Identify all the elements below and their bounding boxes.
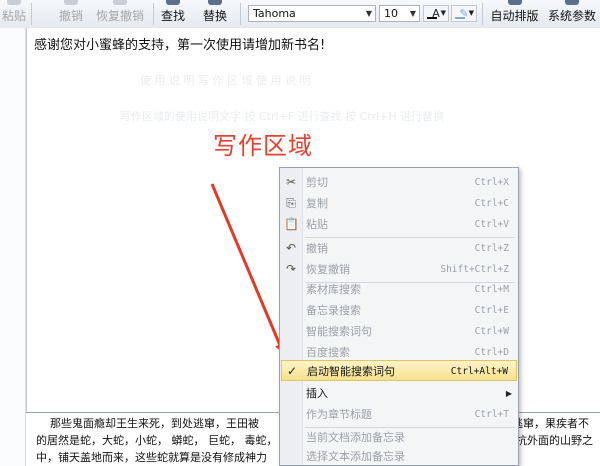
toolbar-divider bbox=[482, 3, 483, 25]
menu-item-label: 选择文本添加备忘录 bbox=[306, 450, 405, 463]
menu-item-shortcut: Shift+Ctrl+Z bbox=[440, 264, 509, 275]
menu-item-material-search[interactable]: 素材库搜索 Ctrl+M bbox=[281, 279, 517, 300]
font-size-value: 10 bbox=[384, 7, 398, 20]
toolbar-divider bbox=[240, 3, 241, 25]
paste-label: 粘贴 bbox=[1, 9, 26, 23]
menu-item-undo[interactable]: ↶ 撤销 Ctrl+Z bbox=[281, 238, 517, 259]
redo-icon: ↷ bbox=[285, 262, 297, 276]
replace-button[interactable]: 替换 bbox=[200, 0, 230, 28]
menu-item-label: 当前文档添加备忘录 bbox=[306, 431, 405, 444]
redo-button[interactable]: 恢复撤销 bbox=[92, 0, 148, 28]
chevron-down-icon: ▼ bbox=[440, 9, 446, 17]
paste-icon: 📋 bbox=[284, 217, 299, 231]
replace-label: 替换 bbox=[202, 9, 227, 23]
undo-icon: ↶ bbox=[285, 241, 297, 255]
auto-layout-button[interactable]: 自动排版 bbox=[487, 0, 542, 28]
paste-icon bbox=[7, 0, 21, 5]
copy-icon: ⎘ bbox=[286, 196, 296, 210]
paste-button[interactable]: 粘贴 bbox=[0, 0, 28, 28]
submenu-arrow-icon: ▶ bbox=[505, 389, 512, 398]
auto-layout-icon bbox=[507, 0, 522, 5]
menu-item-memo-search[interactable]: 备忘录搜索 Ctrl+E bbox=[281, 300, 517, 321]
undo-button[interactable]: 撤销 bbox=[56, 0, 86, 28]
menu-item-label: 撤销 bbox=[306, 242, 328, 255]
menu-item-shortcut: Ctrl+T bbox=[474, 409, 509, 420]
menu-item-copy[interactable]: ⎘ 复制 Ctrl+C bbox=[281, 193, 517, 214]
menu-item-shortcut: Ctrl+E bbox=[474, 305, 509, 316]
menu-item-set-chapter-title[interactable]: 作为章节标题 Ctrl+T bbox=[281, 404, 517, 425]
auto-layout-label: 自动排版 bbox=[490, 9, 539, 23]
menu-item-cut[interactable]: ✂ 剪切 Ctrl+X bbox=[281, 172, 517, 193]
menu-item-label: 备忘录搜索 bbox=[306, 304, 361, 317]
chevron-down-icon: ▼ bbox=[468, 9, 474, 17]
menu-item-shortcut: Ctrl+W bbox=[474, 326, 509, 337]
faint-background-text: 使 用 说 明 写 作 区 域 使 用 说 明 bbox=[140, 74, 311, 87]
undo-label: 撤销 bbox=[58, 9, 83, 23]
menu-item-enable-smart-search[interactable]: ✓ 启动智能搜索词句 Ctrl+Alt+W bbox=[281, 360, 517, 381]
find-label: 查找 bbox=[160, 9, 185, 23]
menu-item-shortcut: Ctrl+X bbox=[474, 177, 509, 188]
left-panel-strip bbox=[0, 28, 26, 466]
context-menu: ✂ 剪切 Ctrl+X ⎘ 复制 Ctrl+C 📋 粘贴 Ctrl+V ↶ 撤销… bbox=[279, 167, 519, 466]
preview-text-line: 的居然是蛇，大蛇，小蛇， 蟒蛇， 巨蛇， 毒蛇， bbox=[36, 434, 278, 447]
redo-icon bbox=[113, 0, 127, 5]
menu-item-label: 剪切 bbox=[306, 176, 328, 189]
toolbar-divider bbox=[153, 3, 154, 25]
menu-item-shortcut: Ctrl+Z bbox=[474, 243, 509, 254]
text-color-button[interactable]: A ▼ bbox=[423, 5, 449, 22]
font-family-value: Tahoma bbox=[253, 7, 296, 20]
search-icon bbox=[166, 0, 180, 5]
menu-item-label: 粘贴 bbox=[306, 218, 328, 231]
menu-item-insert[interactable]: 插入 ▶ bbox=[281, 383, 517, 404]
menu-item-label: 启动智能搜索词句 bbox=[307, 365, 395, 378]
menu-item-shortcut: Ctrl+V bbox=[474, 219, 509, 230]
menu-item-label: 复制 bbox=[306, 197, 328, 210]
font-size-select[interactable]: 10 ▼ bbox=[379, 5, 420, 22]
chevron-down-icon: ▼ bbox=[365, 9, 372, 18]
highlight-color-swatch bbox=[455, 17, 465, 19]
menu-item-label: 素材库搜索 bbox=[306, 283, 361, 296]
toolbar-divider bbox=[31, 3, 32, 25]
menu-item-label: 作为章节标题 bbox=[306, 408, 372, 421]
settings-button[interactable]: 系统参数 bbox=[544, 0, 600, 28]
redo-label: 恢复撤销 bbox=[95, 9, 144, 23]
menu-item-shortcut: Ctrl+Alt+W bbox=[450, 366, 508, 377]
menu-item-redo[interactable]: ↷ 恢复撤销 Shift+Ctrl+Z bbox=[281, 259, 517, 280]
faint-background-text: 写作区域的使用说明文字 按 Ctrl+F 进行查找 按 Ctrl+H 进行替换 bbox=[120, 110, 445, 123]
chevron-down-icon: ▼ bbox=[409, 9, 416, 18]
welcome-message: 感谢您对小蜜蜂的支持，第一次使用请增加新书名! bbox=[34, 38, 326, 53]
preview-text-line: 逃窜，果疾者不 bbox=[512, 417, 589, 430]
settings-label: 系统参数 bbox=[547, 9, 596, 23]
highlight-color-button[interactable]: ✎ ▼ bbox=[451, 5, 477, 22]
preview-text-line: 抗外面的山野之 bbox=[516, 434, 593, 447]
preview-text-line: 那些鬼面瘾却王生来死，到处逃窜，王田被 bbox=[50, 417, 259, 430]
menu-item-label: 插入 bbox=[306, 387, 328, 400]
replace-icon bbox=[208, 0, 222, 5]
menu-item-shortcut: Ctrl+M bbox=[474, 284, 509, 295]
menu-item-paste[interactable]: 📋 粘贴 Ctrl+V bbox=[281, 214, 517, 235]
menu-item-add-selection-memo[interactable]: 选择文本添加备忘录 bbox=[281, 446, 517, 465]
text-color-swatch bbox=[427, 17, 437, 19]
annotation-label: 写作区域 bbox=[213, 132, 313, 160]
checkmark-icon: ✓ bbox=[286, 364, 298, 378]
menu-item-add-doc-memo[interactable]: 当前文档添加备忘录 bbox=[281, 427, 517, 448]
toolbar: 粘贴 撤销 恢复撤销 查找 替换 Tahoma ▼ 10 ▼ A ▼ ✎ ▼ 自… bbox=[0, 0, 600, 29]
menu-item-smart-search[interactable]: 智能搜索词句 Ctrl+W bbox=[281, 321, 517, 342]
preview-text-line: 中，铺天盖地而来，这些蛇就算是没有修成神力 bbox=[36, 451, 267, 464]
find-button[interactable]: 查找 bbox=[158, 0, 188, 28]
menu-item-label: 恢复撤销 bbox=[306, 263, 350, 276]
scissors-icon: ✂ bbox=[285, 175, 297, 189]
menu-item-shortcut: Ctrl+C bbox=[474, 198, 509, 209]
undo-icon bbox=[64, 0, 78, 5]
menu-item-label: 智能搜索词句 bbox=[306, 325, 372, 338]
settings-icon bbox=[565, 0, 579, 5]
font-family-select[interactable]: Tahoma ▼ bbox=[248, 5, 376, 22]
